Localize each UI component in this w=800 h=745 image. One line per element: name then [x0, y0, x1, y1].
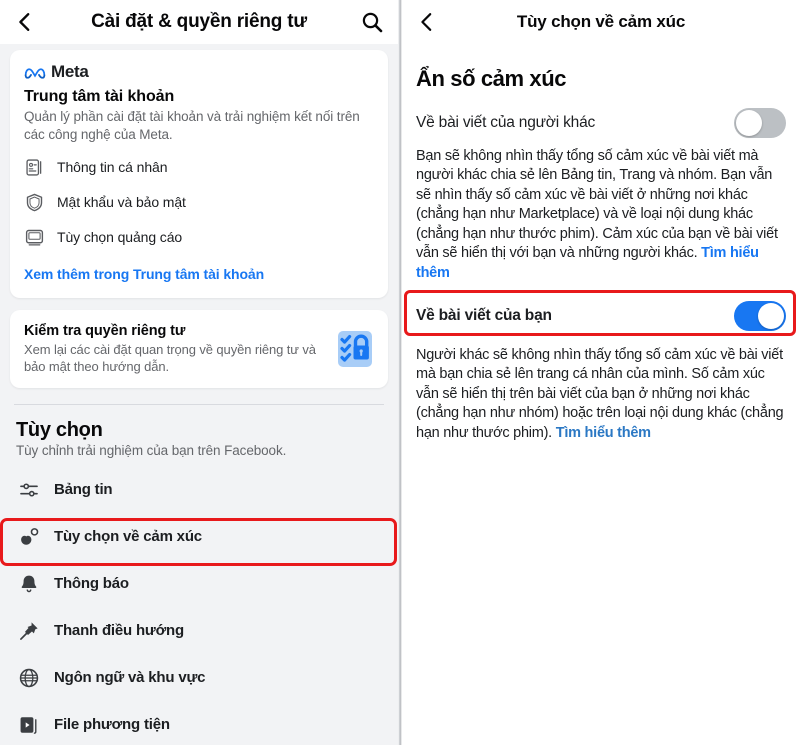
menu-item-media-files[interactable]: File phương tiện [10, 701, 388, 745]
meta-brand: Meta [24, 62, 374, 82]
chevron-left-icon[interactable] [416, 11, 438, 33]
privacy-checklist-lock-icon [332, 327, 376, 371]
reaction-preferences-panel: Tùy chọn về cảm xúc Ẩn số cảm xúc Về bài… [402, 0, 800, 745]
menu-item-reaction-preferences[interactable]: Tùy chọn về cảm xúc [10, 513, 388, 560]
search-icon[interactable] [360, 10, 384, 34]
setting-label: Về bài viết của bạn [416, 306, 552, 324]
setting-row-others-posts: Về bài viết của người khác [416, 106, 786, 140]
menu-item-feed[interactable]: Bảng tin [10, 466, 388, 513]
right-panel-body: Ẩn số cảm xúc Về bài viết của người khác… [402, 44, 800, 443]
section-title: Ẩn số cảm xúc [416, 66, 567, 91]
setting-description-your-posts: Người khác sẽ không nhìn thấy tổng số cả… [416, 346, 786, 443]
menu-item-navigation-bar[interactable]: Thanh điều hướng [10, 607, 388, 654]
page-title: Tùy chọn về cảm xúc [516, 12, 686, 31]
left-panel-body: Meta Trung tâm tài khoản Quản lý phần cà… [0, 50, 398, 745]
shield-icon [24, 192, 45, 213]
meta-wordmark: Meta [51, 62, 89, 81]
setting-description-others-posts: Bạn sẽ không nhìn thấy tổng số cảm xúc v… [416, 147, 786, 283]
page-title: Cài đặt & quyền riêng tư [91, 11, 307, 32]
menu-item-notifications[interactable]: Thông báo [10, 560, 388, 607]
menu-item-label: Thanh điều hướng [54, 622, 184, 640]
id-card-icon [24, 157, 45, 178]
toggle-your-posts[interactable] [734, 300, 786, 331]
preferences-menu: Bảng tin Tùy chọn về cảm xúc Thông báo T… [10, 466, 388, 745]
account-center-item-label: Thông tin cá nhân [57, 159, 168, 176]
media-file-icon [18, 714, 40, 736]
account-center-item-personal-info[interactable]: Thông tin cá nhân [24, 157, 374, 178]
menu-item-language-region[interactable]: Ngôn ngữ và khu vực [10, 654, 388, 701]
monitor-icon [24, 227, 45, 248]
setting-row-your-posts: Về bài viết của bạn [416, 299, 786, 333]
menu-item-label: Thông báo [54, 575, 129, 593]
toggle-knob [758, 302, 784, 329]
account-center-description: Quản lý phần cài đặt tài khoản và trải n… [24, 109, 360, 142]
preferences-section-header: Tùy chọn Tùy chỉnh trải nghiệm của bạn t… [10, 405, 388, 458]
privacy-checkup-title: Kiểm tra quyền riêng tư [24, 322, 186, 339]
toggle-knob [736, 110, 762, 136]
account-center-item-ad-preferences[interactable]: Tùy chọn quảng cáo [24, 227, 374, 248]
account-center-item-label: Tùy chọn quảng cáo [57, 229, 183, 246]
setting-block-your-posts: Về bài viết của bạn Người khác sẽ không … [404, 289, 796, 443]
privacy-checkup-description: Xem lại các cài đặt quan trọng về quyền … [24, 341, 316, 375]
learn-more-link[interactable]: Tìm hiểu thêm [556, 425, 651, 441]
account-center-list: Thông tin cá nhân Mật khẩu và bảo mật Tù… [24, 157, 374, 248]
menu-item-label: File phương tiện [54, 716, 170, 734]
account-center-item-label: Mật khẩu và bảo mật [57, 194, 186, 211]
account-center-more-link[interactable]: Xem thêm trong Trung tâm tài khoản [24, 266, 374, 282]
menu-item-label: Tùy chọn về cảm xúc [54, 528, 202, 546]
reactions-icon [18, 526, 40, 548]
privacy-checkup-texts: Kiểm tra quyền riêng tư Xem lại các cài … [24, 323, 322, 376]
preferences-title: Tùy chọn [16, 419, 103, 442]
chevron-left-icon[interactable] [14, 11, 36, 33]
globe-icon [18, 667, 40, 689]
left-header: Cài đặt & quyền riêng tư [0, 0, 398, 44]
dual-panel-screenshot: Cài đặt & quyền riêng tư Meta Trung tâm … [0, 0, 800, 745]
menu-item-label: Ngôn ngữ và khu vực [54, 669, 206, 687]
meta-infinity-logo [24, 66, 46, 79]
privacy-checkup-card[interactable]: Kiểm tra quyền riêng tư Xem lại các cài … [10, 309, 388, 389]
account-center-title: Trung tâm tài khoản [24, 88, 175, 105]
sliders-icon [18, 479, 40, 501]
pin-icon [18, 620, 40, 642]
account-center-item-password-security[interactable]: Mật khẩu và bảo mật [24, 192, 374, 213]
menu-item-label: Bảng tin [54, 481, 113, 499]
preferences-subtitle: Tùy chỉnh trải nghiệm của bạn trên Faceb… [16, 443, 287, 459]
account-center-card[interactable]: Meta Trung tâm tài khoản Quản lý phần cà… [10, 50, 388, 298]
right-header: Tùy chọn về cảm xúc [402, 0, 800, 44]
setting-label: Về bài viết của người khác [416, 114, 596, 131]
toggle-others-posts[interactable] [734, 108, 786, 138]
settings-privacy-panel: Cài đặt & quyền riêng tư Meta Trung tâm … [0, 0, 398, 745]
bell-icon [18, 573, 40, 595]
